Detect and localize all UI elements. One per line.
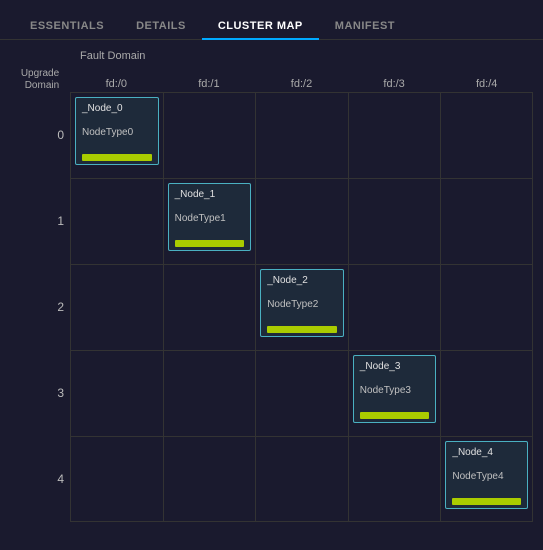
fd-header-1: fd:/1 — [163, 64, 256, 92]
node-card-_Node_2[interactable]: _Node_2 NodeType2 — [260, 269, 344, 337]
node-name-_Node_1: _Node_1 — [175, 188, 245, 201]
grid-cell-r1-c3 — [348, 179, 441, 264]
grid-cell-r3-c1 — [163, 351, 256, 436]
nav-item-details[interactable]: DETAILS — [120, 14, 202, 40]
grid-cell-r3-c2 — [255, 351, 348, 436]
grid-cell-r0-c1 — [163, 93, 256, 178]
node-type-_Node_0: NodeType0 — [82, 126, 152, 139]
nav-item-essentials[interactable]: ESSENTIALS — [14, 14, 120, 40]
node-card-_Node_0[interactable]: _Node_0 NodeType0 — [75, 97, 159, 165]
grid-cell-r4-c4: _Node_4 NodeType4 — [440, 437, 533, 521]
grid-cell-r3-c3: _Node_3 NodeType3 — [348, 351, 441, 436]
grid-cell-r1-c0 — [70, 179, 163, 264]
node-status-bar-_Node_3 — [360, 412, 430, 419]
fd-header-3: fd:/3 — [348, 64, 441, 92]
grid-cell-r1-c4 — [440, 179, 533, 264]
grid-row-4: _Node_4 NodeType4 — [70, 436, 533, 522]
ud-row-label-3: 3 — [10, 350, 70, 436]
node-type-_Node_4: NodeType4 — [452, 470, 521, 483]
fault-domain-label: Fault Domain — [80, 50, 533, 62]
grid-cell-r4-c0 — [70, 437, 163, 521]
node-status-bar-_Node_2 — [267, 326, 337, 333]
grid-row-2: _Node_2 NodeType2 — [70, 264, 533, 350]
grid-cell-r2-c0 — [70, 265, 163, 350]
grid-main: fd:/0fd:/1fd:/2fd:/3fd:/4 _Node_0 NodeTyp… — [70, 64, 533, 522]
grid-cell-r0-c3 — [348, 93, 441, 178]
grid-cell-r4-c1 — [163, 437, 256, 521]
ud-row-label-4: 4 — [10, 436, 70, 522]
nav-item-manifest[interactable]: MANIFEST — [319, 14, 411, 40]
grid-cell-r2-c2: _Node_2 NodeType2 — [255, 265, 348, 350]
node-type-_Node_1: NodeType1 — [175, 212, 245, 225]
grid-cell-r1-c2 — [255, 179, 348, 264]
page-header — [0, 0, 543, 10]
node-name-_Node_0: _Node_0 — [82, 102, 152, 115]
grid-cell-r2-c1 — [163, 265, 256, 350]
nav-item-cluster-map[interactable]: CLUSTER MAP — [202, 14, 319, 40]
upgrade-domain-header: UpgradeDomain — [10, 64, 70, 92]
node-card-_Node_1[interactable]: _Node_1 NodeType1 — [168, 183, 252, 251]
node-type-_Node_2: NodeType2 — [267, 298, 337, 311]
node-type-_Node_3: NodeType3 — [360, 384, 430, 397]
grid-cell-r0-c4 — [440, 93, 533, 178]
fd-headers-row: fd:/0fd:/1fd:/2fd:/3fd:/4 — [70, 64, 533, 92]
node-name-_Node_2: _Node_2 — [267, 274, 337, 287]
cluster-grid: UpgradeDomain 01234 fd:/0fd:/1fd:/2fd:/3… — [10, 64, 533, 522]
grid-row-0: _Node_0 NodeType0 — [70, 92, 533, 178]
grid-cell-r0-c2 — [255, 93, 348, 178]
node-card-_Node_4[interactable]: _Node_4 NodeType4 — [445, 441, 528, 509]
grid-cell-r1-c1: _Node_1 NodeType1 — [163, 179, 256, 264]
fd-header-0: fd:/0 — [70, 64, 163, 92]
ud-row-label-2: 2 — [10, 264, 70, 350]
grid-cell-r3-c0 — [70, 351, 163, 436]
grid-cell-r2-c4 — [440, 265, 533, 350]
grid-row-1: _Node_1 NodeType1 — [70, 178, 533, 264]
node-card-_Node_3[interactable]: _Node_3 NodeType3 — [353, 355, 437, 423]
node-status-bar-_Node_1 — [175, 240, 245, 247]
upgrade-domain-column: UpgradeDomain 01234 — [10, 64, 70, 522]
grid-row-3: _Node_3 NodeType3 — [70, 350, 533, 436]
main-content: Fault Domain UpgradeDomain 01234 fd:/0fd… — [0, 40, 543, 522]
fd-header-2: fd:/2 — [255, 64, 348, 92]
fd-header-4: fd:/4 — [440, 64, 533, 92]
grid-cell-r4-c2 — [255, 437, 348, 521]
node-name-_Node_4: _Node_4 — [452, 446, 521, 459]
grid-cell-r0-c0: _Node_0 NodeType0 — [70, 93, 163, 178]
grid-cell-r2-c3 — [348, 265, 441, 350]
ud-row-label-0: 0 — [10, 92, 70, 178]
main-navigation: ESSENTIALSDETAILSCLUSTER MAPMANIFEST — [0, 14, 543, 40]
grid-cell-r4-c3 — [348, 437, 441, 521]
node-status-bar-_Node_0 — [82, 154, 152, 161]
node-name-_Node_3: _Node_3 — [360, 360, 430, 373]
node-status-bar-_Node_4 — [452, 498, 521, 505]
grid-rows: _Node_0 NodeType0 _Node_1 NodeType1 _Node_2 N… — [70, 92, 533, 522]
ud-row-label-1: 1 — [10, 178, 70, 264]
grid-cell-r3-c4 — [440, 351, 533, 436]
